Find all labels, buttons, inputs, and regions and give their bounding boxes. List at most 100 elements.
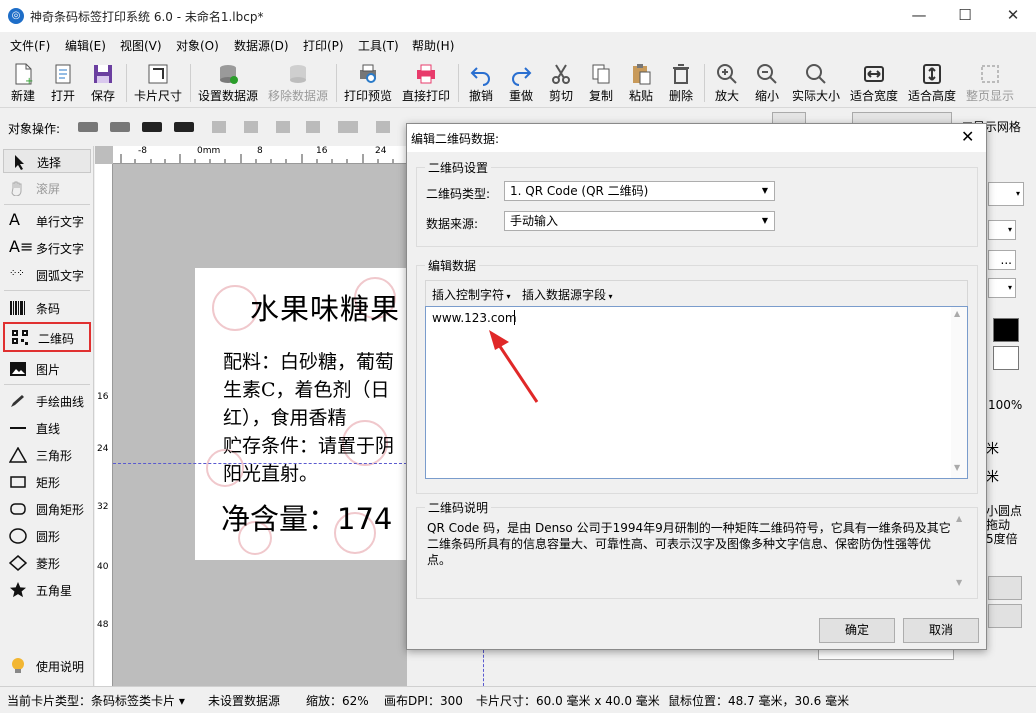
- direct-print-button[interactable]: 直接打印: [398, 60, 454, 106]
- star-icon: [10, 582, 26, 598]
- cancel-button[interactable]: 取消: [903, 618, 979, 643]
- ruler-tick: -8: [138, 146, 147, 156]
- tool-rounded-rectangle[interactable]: 圆角矩形: [3, 497, 91, 521]
- chevron-down-icon: ▼: [761, 186, 768, 195]
- menu-view[interactable]: 视图(V): [120, 37, 162, 54]
- new-button[interactable]: + 新建: [4, 60, 42, 106]
- close-window-button[interactable]: ✕: [990, 0, 1036, 32]
- property-dropdown[interactable]: ▾: [988, 278, 1016, 298]
- tool-diamond[interactable]: 菱形: [3, 551, 91, 575]
- property-more-button[interactable]: ...: [988, 250, 1016, 270]
- dialog-title-bar: 编辑二维码数据: ✕: [407, 124, 986, 152]
- status-dpi: 画布DPI：300: [384, 694, 463, 708]
- remove-datasource-button[interactable]: 移除数据源: [264, 60, 332, 106]
- menu-object[interactable]: 对象(O): [176, 37, 219, 54]
- menu-help[interactable]: 帮助(H): [412, 37, 454, 54]
- zoom-out-icon: [757, 64, 777, 84]
- label-ingredients: 配料：白砂糖，葡萄 生素C，着色剂（日 红），食用香精 贮存条件：请置于阴 阳光…: [223, 351, 395, 485]
- open-button[interactable]: 打开: [44, 60, 82, 106]
- insert-datasource-field-button[interactable]: 插入数据源字段 ▾: [522, 286, 613, 303]
- guide-line-vertical[interactable]: [483, 650, 484, 686]
- tool-image[interactable]: 图片: [3, 357, 91, 381]
- tool-circle[interactable]: 圆形: [3, 524, 91, 548]
- chevron-down-icon: ▼: [761, 216, 768, 225]
- tool-qrcode[interactable]: 二维码: [3, 322, 91, 352]
- tool-help[interactable]: 使用说明: [3, 654, 91, 678]
- data-source-select[interactable]: 手动输入 ▼: [504, 211, 775, 231]
- status-card-type[interactable]: 当前卡片类型：条码标签类卡片 ▾: [7, 692, 185, 709]
- menu-edit[interactable]: 编辑(E): [65, 37, 106, 54]
- menu-file[interactable]: 文件(F): [10, 37, 50, 54]
- property-dropdown[interactable]: ▾: [988, 182, 1024, 206]
- new-file-icon: +: [15, 63, 33, 86]
- tool-line[interactable]: 直线: [3, 416, 91, 440]
- circle-icon: [9, 528, 27, 544]
- description-scrollbar[interactable]: ▲ ▼: [953, 514, 969, 594]
- redo-button[interactable]: 重做: [502, 60, 540, 106]
- tool-scroll[interactable]: 滚屏: [3, 176, 91, 200]
- dialog-close-icon[interactable]: ✕: [961, 127, 974, 146]
- tool-triangle[interactable]: 三角形: [3, 443, 91, 467]
- image-icon: [10, 362, 26, 376]
- fit-width-icon: [864, 66, 884, 82]
- guide-line-horizontal[interactable]: [113, 463, 407, 464]
- ruler-tick: 8: [257, 146, 263, 156]
- label-card[interactable]: 水果味糖果 配料：白砂糖，葡萄 生素C，着色剂（日 红），食用香精 贮存条件：请…: [195, 268, 407, 560]
- paste-button[interactable]: 粘贴: [622, 60, 660, 106]
- fit-width-button[interactable]: 适合宽度: [846, 60, 902, 106]
- menu-datasource[interactable]: 数据源(D): [234, 37, 289, 54]
- ok-button[interactable]: 确定: [819, 618, 895, 643]
- panel-button[interactable]: [988, 576, 1022, 600]
- trash-icon: [673, 64, 689, 84]
- qrcode-type-select[interactable]: 1. QR Code (QR 二维码) ▼: [504, 181, 775, 201]
- tool-freehand[interactable]: 手绘曲线: [3, 389, 91, 413]
- foreground-color-swatch[interactable]: [993, 318, 1019, 342]
- tool-barcode[interactable]: 条码: [3, 296, 91, 320]
- status-zoom: 缩放：62%: [306, 694, 369, 708]
- scroll-up-icon: ▲: [956, 514, 963, 523]
- tool-select[interactable]: 选择: [3, 149, 91, 173]
- property-field[interactable]: [818, 650, 954, 660]
- status-bar: 当前卡片类型：条码标签类卡片 ▾ 未设置数据源 缩放：62% 画布DPI：300…: [0, 686, 1036, 713]
- cut-button[interactable]: 剪切: [542, 60, 580, 106]
- whole-page-button[interactable]: 整页显示: [962, 60, 1018, 106]
- redo-icon: [512, 67, 532, 86]
- delete-button[interactable]: 删除: [662, 60, 700, 106]
- layer-order-icons[interactable]: [76, 118, 202, 136]
- menu-tools[interactable]: 工具(T): [358, 37, 399, 54]
- print-preview-icon: [360, 64, 376, 83]
- panel-button[interactable]: [988, 604, 1022, 628]
- data-source-label: 数据来源:: [426, 217, 479, 231]
- menu-print[interactable]: 打印(P): [303, 37, 344, 54]
- actual-size-button[interactable]: 实际大小: [788, 60, 844, 106]
- minimize-button[interactable]: —: [896, 0, 942, 32]
- card-size-button[interactable]: 卡片尺寸: [130, 60, 186, 106]
- settings-legend: 二维码设置: [428, 161, 489, 175]
- tool-star[interactable]: 五角星: [3, 578, 91, 602]
- zoom-in-icon: [717, 64, 737, 84]
- tool-arc-text[interactable]: ⁘⁘ 圆弧文字: [3, 263, 91, 287]
- scroll-up-icon: ▲: [954, 309, 961, 318]
- insert-control-char-button[interactable]: 插入控制字符 ▾: [432, 286, 511, 303]
- qrcode-description-text: QR Code 码，是由 Denso 公司于1994年9月研制的一种矩阵二维码符…: [427, 521, 951, 567]
- rectangle-icon: [10, 476, 26, 488]
- undo-button[interactable]: 撤销: [462, 60, 500, 106]
- whole-page-icon: [981, 65, 999, 83]
- object-operations-label: 对象操作:: [8, 122, 61, 136]
- tool-single-text[interactable]: A 单行文字: [3, 209, 91, 233]
- tool-rectangle[interactable]: 矩形: [3, 470, 91, 494]
- set-datasource-button[interactable]: 设置数据源: [194, 60, 262, 106]
- save-button[interactable]: 保存: [84, 60, 122, 106]
- zoom-out-button[interactable]: 缩小: [748, 60, 786, 106]
- maximize-button[interactable]: ☐: [942, 0, 988, 32]
- property-dropdown[interactable]: ▾: [988, 220, 1016, 240]
- zoom-in-button[interactable]: 放大: [708, 60, 746, 106]
- textarea-scrollbar[interactable]: ▲ ▼: [951, 307, 967, 478]
- print-preview-button[interactable]: 打印预览: [340, 60, 396, 106]
- fit-height-button[interactable]: 适合高度: [904, 60, 960, 106]
- background-color-swatch[interactable]: [993, 346, 1019, 370]
- tool-multi-text[interactable]: A≡ 多行文字: [3, 236, 91, 260]
- copy-button[interactable]: 复制: [582, 60, 620, 106]
- edit-data-toolbar: 插入控制字符 ▾ 插入数据源字段 ▾: [425, 280, 968, 306]
- svg-text:+: +: [25, 76, 33, 86]
